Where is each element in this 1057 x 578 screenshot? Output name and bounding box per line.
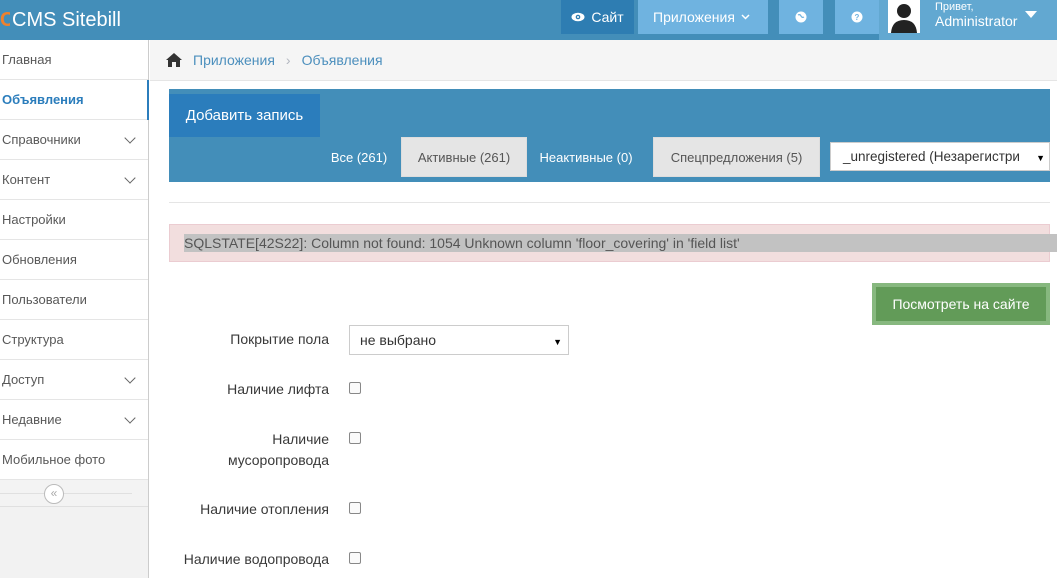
home-icon[interactable] [165, 52, 183, 68]
breadcrumb: Приложения › Объявления [150, 40, 1057, 81]
breadcrumb-listings-link[interactable]: Объявления [302, 52, 383, 68]
garbage-chute-label-line2: мусоропровода [227, 452, 329, 468]
sidebar-item-structure[interactable]: Структура [0, 320, 148, 360]
tab-special-offers[interactable]: Спецпредложения (5) [653, 137, 820, 177]
elevator-checkbox[interactable] [349, 382, 361, 394]
water-supply-label: Наличие водопровода [183, 551, 329, 567]
sidebar-item-recent[interactable]: Недавние [0, 400, 148, 440]
sidebar-item-label: Настройки [2, 212, 66, 227]
help-button[interactable]: ? [835, 0, 879, 34]
sidebar-item-label: Главная [2, 52, 52, 67]
garbage-chute-label-line1: Наличие [272, 431, 329, 447]
chevron-down-icon [124, 412, 136, 424]
dropdown-arrow-icon: ▼ [549, 337, 562, 347]
tab-active[interactable]: Активные (261) [401, 137, 527, 177]
svg-text:?: ? [855, 13, 860, 22]
sidebar-item-label: Доступ [2, 372, 45, 387]
sidebar-collapse-row: « [0, 480, 148, 507]
sidebar-item-content[interactable]: Контент [0, 160, 148, 200]
caret-down-icon [1025, 11, 1037, 18]
tab-all[interactable]: Все (261) [319, 137, 399, 177]
user-menu[interactable]: Привет, Administrator [879, 0, 1057, 40]
error-message: SQLSTATE[42S22]: Column not found: 1054 … [184, 234, 1057, 252]
sidebar-item-settings[interactable]: Настройки [0, 200, 148, 240]
sidebar-item-label: Справочники [2, 132, 81, 147]
error-alert: SQLSTATE[42S22]: Column not found: 1054 … [169, 224, 1057, 262]
breadcrumb-separator-icon: › [285, 52, 291, 68]
user-silhouette-icon [891, 4, 917, 33]
breadcrumb-apps-link[interactable]: Приложения [193, 52, 275, 68]
brand[interactable]: C CMS Sitebill [0, 0, 121, 40]
sidebar-item-mobile-photo[interactable]: Мобильное фото [0, 440, 148, 480]
sidebar-item-label: Структура [2, 332, 64, 347]
logo-icon: C [0, 11, 10, 29]
tab-inactive[interactable]: Неактивные (0) [531, 137, 641, 177]
apps-menu-label: Приложения [653, 9, 735, 25]
top-navbar: C CMS Sitebill Сайт Приложения ? Привет,… [0, 0, 1057, 40]
eye-icon [571, 12, 585, 22]
sidebar-item-label: Недавние [2, 412, 62, 427]
apps-menu-button[interactable]: Приложения [638, 0, 768, 34]
question-icon: ? [851, 11, 863, 23]
garbage-chute-checkbox[interactable] [349, 432, 361, 444]
sidebar-item-label: Мобильное фото [2, 452, 106, 467]
listings-panel: Добавить запись Все (261) Активные (261)… [169, 89, 1050, 182]
chevron-down-icon [741, 14, 750, 20]
floor-covering-label: Покрытие пола [230, 331, 329, 347]
globe-button[interactable] [779, 0, 823, 34]
user-greeting: Привет, [935, 1, 974, 13]
sidebar-item-label: Пользователи [2, 292, 87, 307]
water-supply-checkbox[interactable] [349, 552, 361, 564]
avatar [888, 0, 920, 33]
user-filter-value: _unregistered (Незарегистри [843, 149, 1020, 164]
sidebar-item-label: Объявления [2, 92, 84, 107]
sidebar-item-home[interactable]: Главная [0, 40, 148, 80]
sidebar: Главная Объявления Справочники Контент Н… [0, 40, 149, 578]
chevron-down-icon [124, 372, 136, 384]
sidebar-item-listings[interactable]: Объявления [0, 80, 149, 120]
user-filter-select[interactable]: _unregistered (Незарегистри ▼ [830, 142, 1050, 171]
globe-icon [795, 11, 807, 23]
brand-title: CMS Sitebill [12, 8, 121, 31]
garbage-chute-label: Наличие мусоропровода [169, 429, 329, 471]
sidebar-item-access[interactable]: Доступ [0, 360, 148, 400]
chevron-down-icon [124, 172, 136, 184]
sidebar-item-label: Контент [2, 172, 51, 187]
sidebar-item-references[interactable]: Справочники [0, 120, 148, 160]
floor-covering-value: не выбрано [360, 332, 437, 348]
view-on-site-button[interactable]: Посмотреть на сайте [872, 283, 1050, 325]
heating-label: Наличие отопления [200, 501, 329, 517]
sidebar-item-users[interactable]: Пользователи [0, 280, 148, 320]
site-button[interactable]: Сайт [561, 0, 634, 34]
chevron-down-icon [124, 132, 136, 144]
dropdown-arrow-icon: ▼ [1032, 153, 1045, 163]
view-on-site-label: Посмотреть на сайте [876, 287, 1046, 321]
add-record-button[interactable]: Добавить запись [169, 94, 320, 137]
elevator-label: Наличие лифта [227, 381, 329, 397]
site-button-label: Сайт [591, 9, 624, 25]
user-info: Привет, Administrator [935, 0, 1017, 28]
divider [169, 202, 1050, 203]
collapse-sidebar-icon[interactable]: « [44, 484, 64, 504]
user-name: Administrator [935, 13, 1018, 29]
heating-checkbox[interactable] [349, 502, 361, 514]
sidebar-item-updates[interactable]: Обновления [0, 240, 148, 280]
sidebar-item-label: Обновления [2, 252, 77, 267]
floor-covering-select[interactable]: не выбрано ▼ [349, 325, 569, 355]
